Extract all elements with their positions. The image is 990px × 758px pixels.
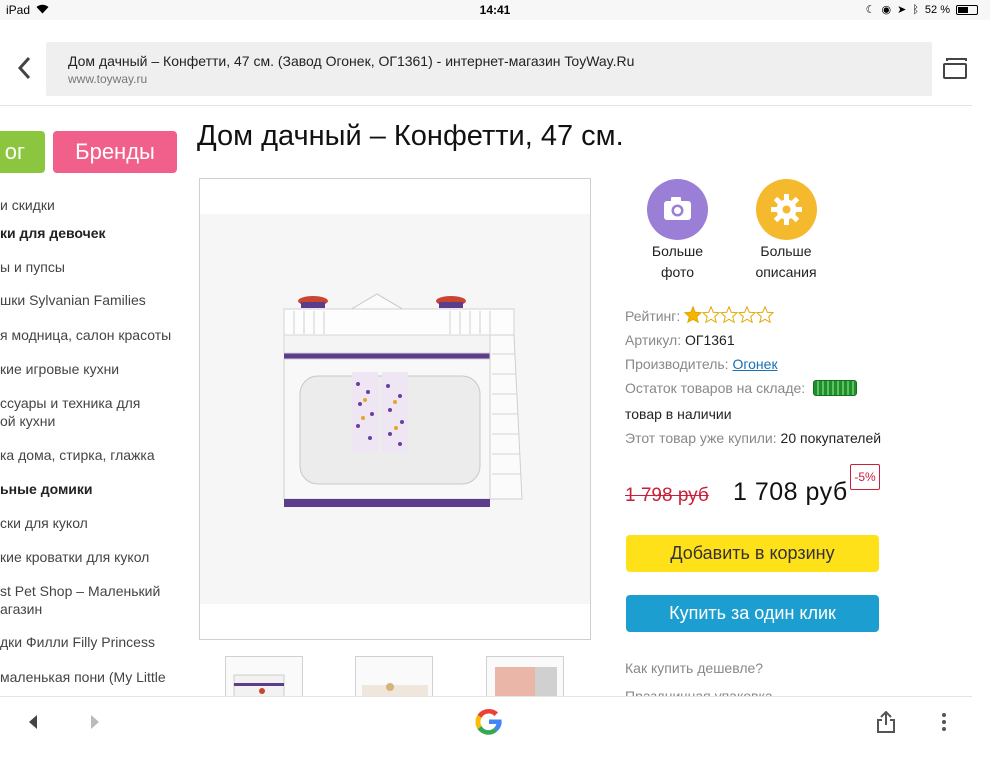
gift-wrap-link[interactable]: Праздничная упаковка [625, 688, 773, 696]
more-description-label[interactable]: Больше описания [746, 241, 826, 283]
how-to-buy-cheaper-link[interactable]: Как купить дешевле? [625, 660, 763, 676]
stock-status-row: товар в наличии [625, 406, 732, 422]
discount-badge: -5% [850, 464, 880, 490]
star-empty-icon [737, 305, 757, 324]
buy-one-click-button[interactable]: Купить за один клик [626, 595, 879, 632]
battery-icon [956, 4, 978, 15]
sidebar-item[interactable]: маленькая пони (My Little [0, 668, 166, 686]
page-title-in-address: Дом дачный – Конфетти, 47 см. (Завод Ого… [68, 53, 635, 69]
sidebar-item[interactable]: ьные домики [0, 480, 93, 498]
browser-bottom-toolbar [0, 696, 972, 758]
sidebar-item[interactable]: st Pet Shop – Маленький [0, 582, 160, 600]
stock-row: Остаток товаров на складе: [625, 380, 858, 396]
catalog-button[interactable]: ог [0, 131, 45, 173]
star-empty-icon [719, 305, 739, 324]
sidebar-item[interactable]: дки Филли Filly Princess [0, 633, 155, 651]
sidebar-item[interactable]: ски для кукол [0, 514, 88, 532]
status-right: ☾ ◉ ➤ ᛒ 52 % [866, 3, 978, 16]
stock-level-bar [813, 380, 858, 396]
tabs-icon[interactable] [943, 58, 967, 80]
article-label: Артикул: [625, 332, 682, 348]
stock-status: товар в наличии [625, 406, 732, 422]
sidebar-item[interactable]: ы и пупсы [0, 258, 65, 276]
bought-value: 20 покупателей [780, 430, 882, 446]
product-image-frame[interactable] [199, 178, 591, 640]
current-price: 1 708 руб [733, 478, 848, 506]
bought-row: Этот товар уже купили: 20 покупателей [625, 430, 881, 446]
star-filled-icon [683, 305, 703, 324]
bluetooth-icon: ᛒ [912, 3, 919, 16]
status-time: 14:41 [479, 3, 511, 17]
maker-link[interactable]: Огонек [732, 356, 777, 372]
brands-button[interactable]: Бренды [53, 131, 177, 173]
bought-label: Этот товар уже купили: [625, 430, 777, 446]
forward-arrow-icon[interactable] [90, 714, 100, 735]
more-description-button[interactable] [756, 179, 817, 240]
battery-percent: 52 % [924, 3, 950, 16]
rotation-lock-icon: ◉ [881, 4, 892, 16]
gear-icon [771, 194, 802, 225]
sidebar-item[interactable]: шки Sylvanian Families [0, 291, 146, 309]
article-row: Артикул: ОГ1361 [625, 332, 735, 348]
product-title: Дом дачный – Конфетти, 47 см. [197, 120, 624, 152]
old-price: 1 798 руб [625, 485, 709, 506]
sidebar-item[interactable]: агазин [0, 600, 42, 618]
rating-stars[interactable] [683, 305, 775, 326]
sidebar-item[interactable]: ой кухни [0, 412, 55, 430]
sidebar-item[interactable]: кие игровые кухни [0, 360, 119, 378]
sidebar-item[interactable]: я модница, салон красоты [0, 326, 171, 344]
location-icon: ➤ [897, 4, 907, 16]
thumbnail[interactable] [225, 656, 303, 696]
google-logo-icon[interactable] [472, 705, 506, 739]
more-menu-icon[interactable] [941, 713, 947, 733]
sidebar-item[interactable]: и скидки [0, 196, 55, 214]
back-icon[interactable] [12, 54, 36, 82]
camera-icon [664, 197, 691, 220]
scroll-gutter [972, 20, 990, 758]
sidebar-item[interactable]: ссуары и техника для [0, 394, 140, 412]
page-host: www.toyway.ru [68, 72, 148, 86]
rating-row: Рейтинг: [625, 305, 775, 326]
more-photo-button[interactable] [647, 179, 708, 240]
more-photo-label[interactable]: Больше фото [640, 241, 715, 283]
sidebar-item[interactable]: ки для девочек [0, 224, 106, 242]
status-bar: iPad 14:41 ☾ ◉ ➤ ᛒ 52 % [0, 0, 990, 20]
back-arrow-icon[interactable] [28, 714, 38, 735]
moon-icon: ☾ [865, 4, 876, 16]
article-value: ОГ1361 [684, 332, 735, 348]
product-image [200, 214, 590, 604]
sidebar-item[interactable]: ка дома, стирка, глажка [0, 446, 155, 464]
stock-label: Остаток товаров на складе: [625, 380, 806, 396]
add-to-cart-button[interactable]: Добавить в корзину [626, 535, 879, 572]
star-empty-icon [755, 305, 775, 324]
rating-label: Рейтинг: [625, 308, 681, 324]
thumbnail[interactable] [355, 656, 433, 696]
address-bar[interactable]: Дом дачный – Конфетти, 47 см. (Завод Ого… [46, 42, 932, 96]
thumbnail[interactable] [486, 656, 564, 696]
share-icon[interactable] [876, 710, 896, 733]
maker-label: Производитель: [625, 356, 729, 372]
maker-row: Производитель: Огонек [625, 356, 778, 372]
star-empty-icon [701, 305, 721, 324]
browser-header: Дом дачный – Конфетти, 47 см. (Завод Ого… [0, 20, 972, 106]
sidebar-item[interactable]: кие кроватки для кукол [0, 548, 149, 566]
